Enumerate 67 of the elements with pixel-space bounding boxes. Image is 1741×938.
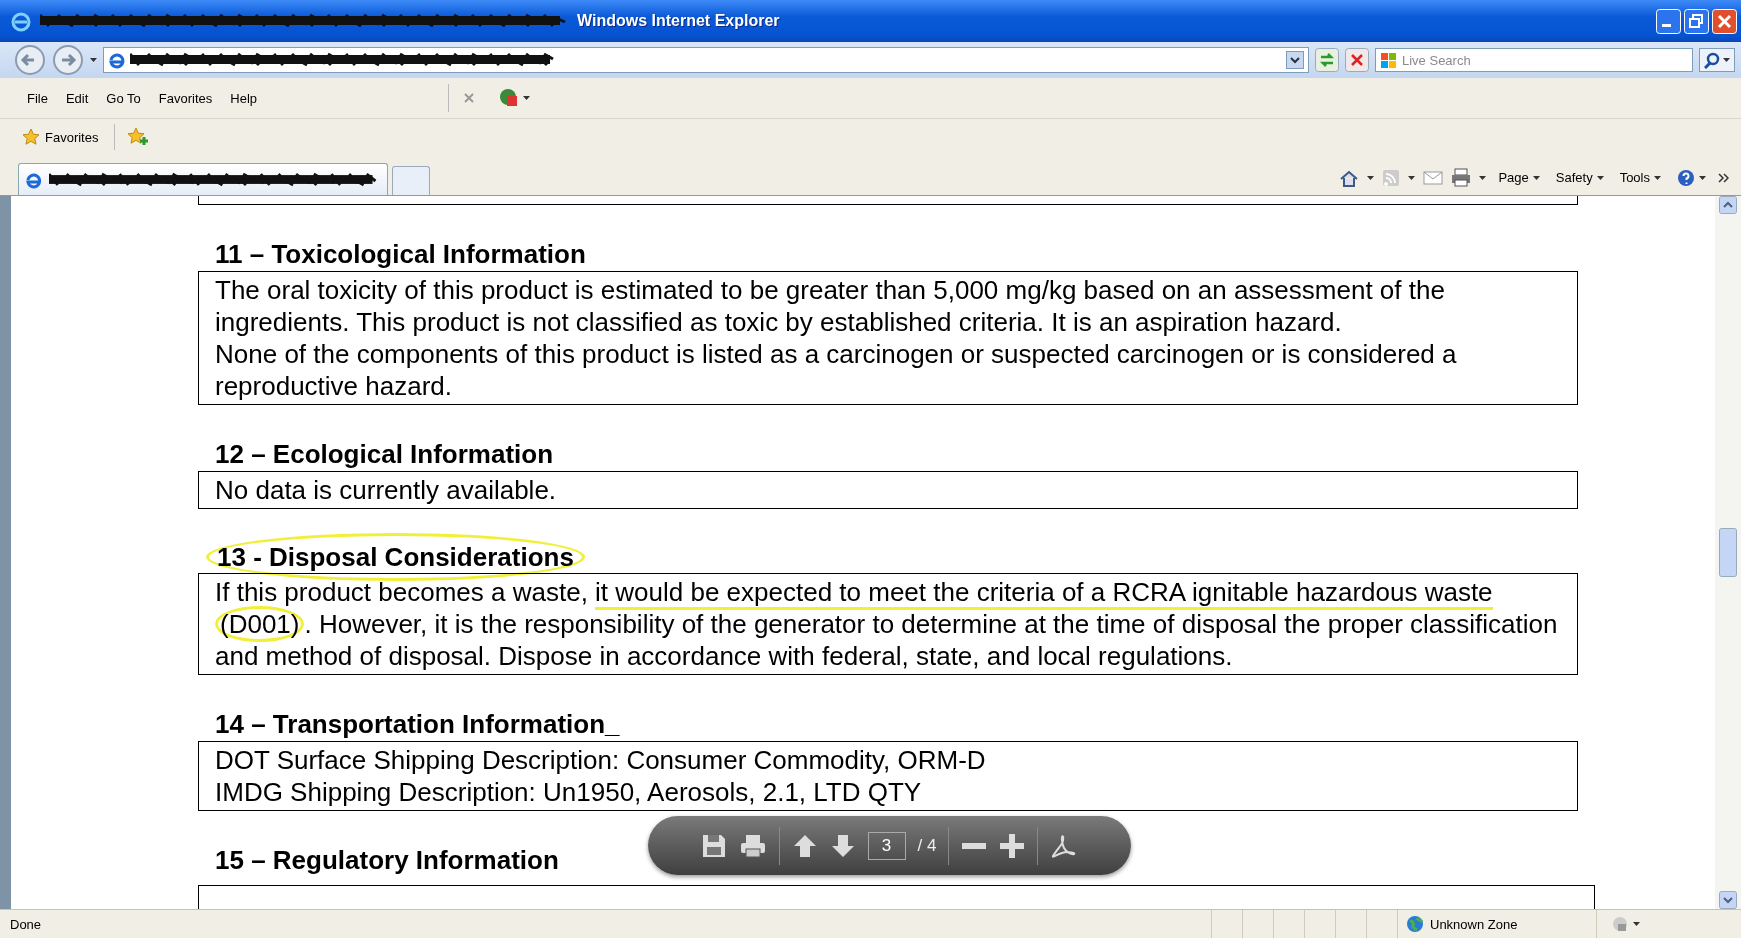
section-heading: 11 – Toxicological Information — [215, 239, 586, 269]
globe-icon — [1406, 915, 1424, 933]
search-icon — [1704, 51, 1721, 69]
save-icon[interactable] — [700, 832, 727, 859]
paragraph: IMDG Shipping Description: Un1950, Aerosols, 2.1, LTD QTY — [215, 776, 923, 808]
paragraph: The oral toxicity of this product is estimated to be greater than 5,000 mg/kg based on an assessment of the ingredients. This product is not classified as toxic by established criteria. It is an aspiration hazard. — [215, 274, 1446, 338]
section-heading: 15 – Regulatory Information — [215, 845, 559, 875]
scroll-down-button[interactable] — [1719, 891, 1737, 909]
scroll-up-button[interactable] — [1719, 196, 1737, 214]
menu-item[interactable]: Edit — [58, 87, 96, 109]
status-text: Done — [10, 916, 43, 932]
caret-icon[interactable] — [1367, 175, 1375, 180]
caret-icon[interactable] — [1532, 175, 1540, 180]
paragraph: No data is currently available. — [215, 474, 558, 506]
dropdown-button[interactable] — [1286, 51, 1304, 69]
star-icon — [22, 128, 40, 146]
forward-button[interactable] — [52, 44, 84, 76]
minimize-button[interactable] — [1656, 8, 1681, 34]
command-menu[interactable]: Tools — [1615, 170, 1665, 185]
menu-item[interactable]: Go To — [99, 87, 148, 109]
back-button[interactable] — [14, 44, 46, 76]
caret-icon[interactable] — [90, 58, 97, 62]
section-heading: 12 – Ecological Information — [215, 439, 554, 469]
search-field[interactable]: Live Search — [1375, 48, 1693, 72]
page-count: / 4 — [917, 835, 937, 856]
caret-icon[interactable] — [1596, 175, 1604, 180]
favorites-button[interactable]: Favorites — [18, 125, 103, 149]
section-heading: 14 – Transportation Information_ — [215, 709, 620, 739]
menu-item[interactable]: Help — [223, 87, 265, 109]
print-icon[interactable] — [738, 832, 767, 859]
help-icon — [1677, 168, 1695, 187]
caret-icon[interactable] — [1699, 175, 1706, 180]
caret-icon[interactable] — [1654, 175, 1661, 180]
page-number-field[interactable]: 3 — [867, 831, 906, 860]
refresh-button[interactable] — [1315, 48, 1339, 72]
zoom-in-icon[interactable] — [999, 832, 1026, 859]
menu-item[interactable]: Favorites — [151, 87, 220, 109]
home-icon[interactable] — [1339, 168, 1360, 187]
browser-logo-icon — [10, 10, 32, 32]
close-button[interactable] — [1712, 8, 1737, 34]
menu-item[interactable]: File — [20, 87, 55, 109]
zone-text: Unknown Zone — [1430, 916, 1518, 932]
command-menu[interactable]: Page — [1494, 170, 1544, 185]
caret-icon[interactable] — [1408, 175, 1416, 180]
chevron-icon[interactable] — [1718, 172, 1729, 183]
page-icon — [108, 51, 126, 69]
caret-icon[interactable] — [1723, 58, 1730, 62]
search-button[interactable] — [1699, 48, 1735, 72]
scrollbar[interactable] — [1715, 196, 1741, 909]
restore-button[interactable] — [1684, 8, 1709, 34]
paragraph: None of the components of this product is listed as a carcinogen or suspected carcinogen or is considered a reproductive hazard. — [215, 338, 1458, 402]
lock-icon — [1611, 915, 1629, 933]
scroll-thumb[interactable] — [1719, 528, 1737, 577]
caret-icon[interactable] — [1479, 175, 1487, 180]
command-menu[interactable]: Safety — [1551, 170, 1608, 185]
translate-icon[interactable] — [499, 88, 520, 108]
paragraph: DOT Surface Shipping Description: Consumer Commodity, ORM-D — [215, 744, 987, 776]
address-field[interactable] — [103, 47, 1309, 73]
stop-button[interactable] — [1345, 48, 1369, 72]
caret-icon[interactable] — [1633, 922, 1640, 926]
window-title: Windows Internet Explorer — [577, 12, 781, 30]
print-icon[interactable] — [1451, 168, 1472, 187]
caret-icon[interactable] — [523, 96, 531, 100]
section-heading: 13 - Disposal Considerations — [206, 533, 585, 581]
search-provider-icon — [1380, 52, 1397, 69]
browser-tab[interactable] — [18, 163, 388, 195]
add-favorite-icon[interactable] — [127, 127, 150, 147]
